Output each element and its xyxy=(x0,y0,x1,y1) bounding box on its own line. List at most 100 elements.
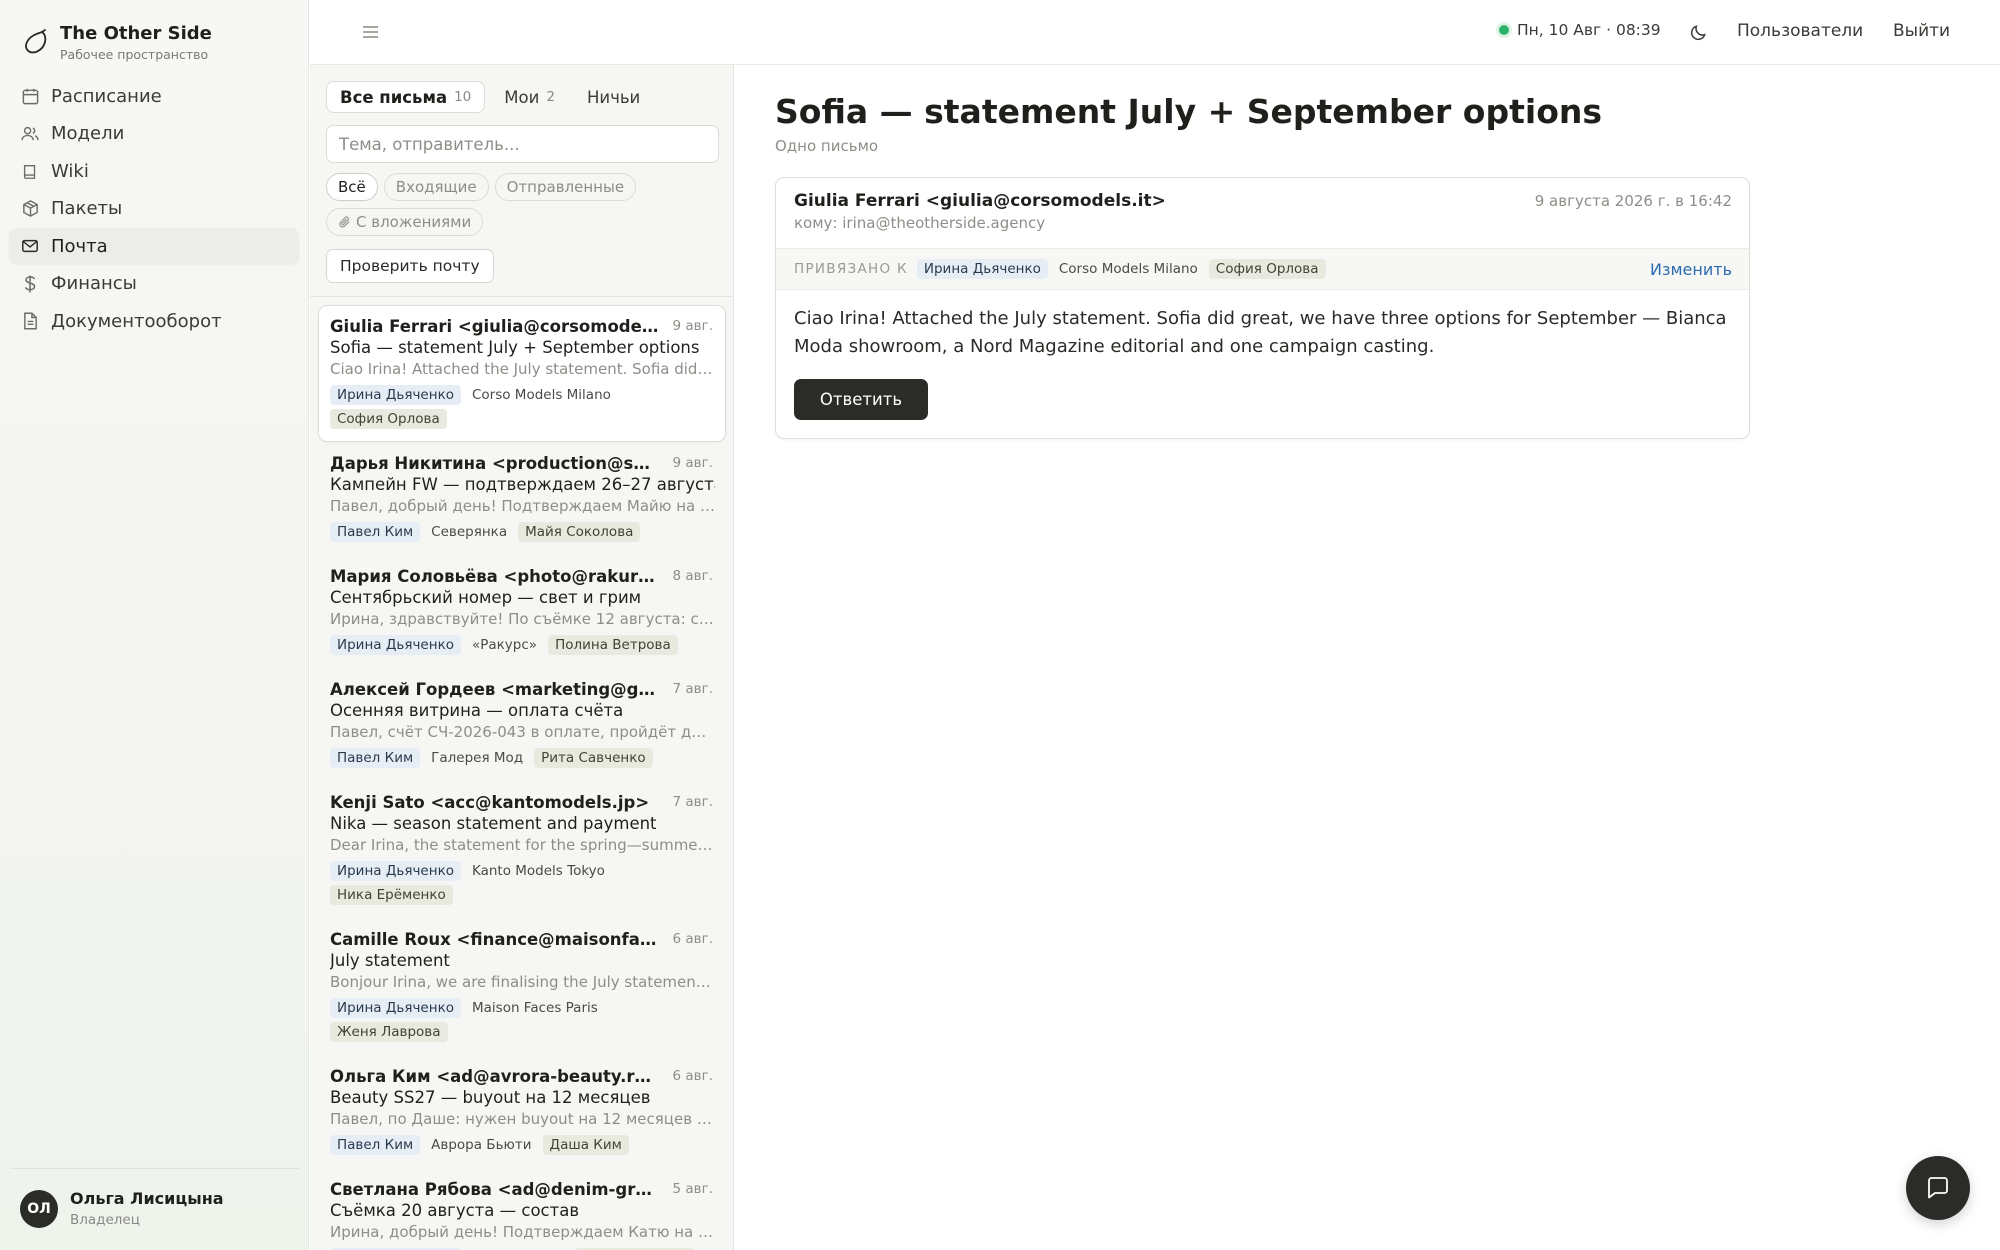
sidebar-item-label: Расписание xyxy=(51,85,162,107)
mail-icon xyxy=(20,236,40,256)
tab-all-mail[interactable]: Все письма 10 xyxy=(326,81,486,113)
list-item[interactable]: Мария Соловьёва <photo@rakurs.ru> 8 авг. С… xyxy=(318,555,726,668)
filter-label: С вложениями xyxy=(356,213,472,231)
filter-inbox[interactable]: Входящие xyxy=(383,173,489,201)
search-input[interactable] xyxy=(326,125,719,163)
list-item[interactable]: Светлана Рябова <ad@denim-group.ru> 5 авг… xyxy=(318,1168,726,1250)
sidebar-item-label: Wiki xyxy=(51,160,89,182)
brand-logo-icon xyxy=(25,29,47,54)
mail-from: Светлана Рябова <ad@denim-group.ru> xyxy=(330,1180,660,1199)
list-item[interactable]: Ольга Ким <ad@avrora-beauty.ru> 6 авг. Bea… xyxy=(318,1055,726,1168)
mail-tabs: Все письма 10 Мои 2 Ничьи xyxy=(326,81,659,113)
sidebar-item-schedule[interactable]: Расписание xyxy=(9,78,299,114)
mail-from: Ольга Ким <ad@avrora-beauty.ru> xyxy=(330,1067,660,1086)
mail-date: 5 авг. xyxy=(672,1181,714,1197)
brand-title: The Other Side xyxy=(60,23,212,44)
mail-date: 8 авг. xyxy=(672,568,714,584)
mail-tags: Ирина Дьяченко Maison Faces Paris Женя Лав… xyxy=(330,998,715,1046)
chat-bubble-icon xyxy=(1928,1177,1948,1199)
package-icon xyxy=(20,199,40,219)
brand[interactable]: The Other Side Рабочее пространство xyxy=(22,22,212,63)
mail-tag-person: Павел Ким xyxy=(330,748,421,768)
mail-tag-org: Kanto Models Tokyo xyxy=(471,863,605,879)
message-to: кому: irina@theotherside.agency xyxy=(794,214,1046,232)
mail-preview: Павел, счёт СЧ-2026-043 в оплате, пройдё… xyxy=(330,723,715,741)
users-link[interactable]: Пользователи xyxy=(1737,21,1863,41)
mail-preview: Павел, добрый день! Подтверждаем Майю на… xyxy=(330,497,715,515)
mail-tags: Ирина Дьяченко Kanto Models Tokyo Ника Ерё… xyxy=(330,861,715,909)
user-name: Ольга Лисицына xyxy=(70,1189,224,1208)
paperclip-icon xyxy=(338,215,351,229)
filter-chips: Всё Входящие Отправленные С вложениями xyxy=(326,173,726,243)
link-tag-model: София Орлова xyxy=(1208,259,1326,279)
document-icon xyxy=(20,311,40,331)
sidebar-item-label: Документооборот xyxy=(51,310,222,332)
sidebar-item-wiki[interactable]: Wiki xyxy=(9,153,299,189)
list-item[interactable]: Camille Roux <finance@maisonfaces.fr> 6 а… xyxy=(318,918,726,1055)
tab-label: Ничьи xyxy=(586,87,641,107)
list-item[interactable]: Дарья Никитина <production@severyanka.ru… xyxy=(318,442,726,555)
mail-tag-person: Ирина Дьяченко xyxy=(330,861,461,881)
menu-toggle-button[interactable] xyxy=(358,20,382,44)
sidebar-nav: Расписание Модели Wiki Пакеты Почта Фина… xyxy=(9,78,299,341)
tab-label: Все письма xyxy=(340,87,448,107)
mail-list-panel: Все письма 10 Мои 2 Ничьи Всё Входящие О… xyxy=(310,65,734,1250)
mail-preview: Павел, по Даше: нужен buyout на 12 месяц… xyxy=(330,1110,715,1128)
mail-from: Дарья Никитина <production@severyanka.ru… xyxy=(330,454,660,473)
list-item[interactable]: Kenji Sato <acc@kantomodels.jp> 7 авг. Nik… xyxy=(318,781,726,918)
mail-date: 9 авг. xyxy=(672,455,714,471)
message-header: Giulia Ferrari <giulia@corsomodels.it> к… xyxy=(776,178,1749,248)
mail-subject: July statement xyxy=(330,951,450,970)
sidebar: The Other Side Рабочее пространство Расп… xyxy=(0,0,309,1250)
sidebar-item-documents[interactable]: Документооборот xyxy=(9,303,299,339)
mail-tag-org: «Ракурс» xyxy=(471,637,538,653)
link-tag-person: Ирина Дьяченко xyxy=(916,259,1048,279)
online-dot-icon xyxy=(1499,25,1509,35)
theme-toggle-button[interactable] xyxy=(1686,20,1710,44)
reply-button[interactable]: Ответить xyxy=(794,379,928,420)
tab-count: 10 xyxy=(454,89,472,105)
tab-mine[interactable]: Мои 2 xyxy=(491,81,568,113)
list-item[interactable]: Алексей Гордеев <marketing@galereya-mod.… xyxy=(318,668,726,781)
edit-links-link[interactable]: Изменить xyxy=(1650,260,1732,279)
mail-date: 7 авг. xyxy=(672,794,714,810)
filter-attachments[interactable]: С вложениями xyxy=(326,208,484,236)
mail-tags: Павел Ким Аврора Бьюти Даша Ким xyxy=(330,1135,715,1159)
mail-tags: Павел Ким Галерея Мод Рита Савченко xyxy=(330,748,715,772)
list-item[interactable]: Giulia Ferrari <giulia@corsomodels.it> 9 … xyxy=(318,305,726,442)
mail-from: Giulia Ferrari <giulia@corsomodels.it> xyxy=(330,317,660,336)
dollar-icon xyxy=(20,274,40,294)
tab-unassigned[interactable]: Ничьи xyxy=(574,81,653,113)
users-icon xyxy=(20,124,40,144)
mail-date: 9 авг. xyxy=(672,318,714,334)
mail-preview: Ciao Irina! Attached the July statement.… xyxy=(330,360,715,378)
divider xyxy=(310,296,733,297)
status-datetime: Пн, 10 Авг · 08:39 xyxy=(1517,21,1661,39)
mail-date: 6 авг. xyxy=(672,1068,714,1084)
mail-subject: Осенняя витрина — оплата счёта xyxy=(330,701,624,720)
filter-all[interactable]: Всё xyxy=(326,173,378,201)
mail-tags: Ирина Дьяченко Corso Models Milano София О… xyxy=(330,385,715,433)
mail-tag-model: Женя Лаврова xyxy=(330,1022,448,1042)
sidebar-item-packages[interactable]: Пакеты xyxy=(9,191,299,227)
sidebar-item-mail[interactable]: Почта xyxy=(9,228,299,264)
user-profile[interactable]: ОЛ Ольга Лисицына Владелец xyxy=(0,1168,309,1250)
mail-tag-person: Ирина Дьяченко xyxy=(330,635,461,655)
chat-button[interactable] xyxy=(1906,1156,1970,1220)
sidebar-item-label: Модели xyxy=(51,123,125,144)
logout-link[interactable]: Выйти xyxy=(1893,21,1950,41)
mail-tag-org: Corso Models Milano xyxy=(471,387,611,403)
mail-subject: Сентябрьский номер — свет и грим xyxy=(330,588,642,607)
filter-sent[interactable]: Отправленные xyxy=(494,173,637,201)
mail-subject: Nika — season statement and payment xyxy=(330,814,657,833)
mail-preview: Dear Irina, the statement for the spring… xyxy=(330,836,715,854)
mail-from: Kenji Sato <acc@kantomodels.jp> xyxy=(330,793,650,812)
sidebar-item-models[interactable]: Модели xyxy=(9,116,299,152)
links-label: ПРИВЯЗАНО К xyxy=(794,261,908,277)
mail-from: Мария Соловьёва <photo@rakurs.ru> xyxy=(330,567,660,586)
sidebar-item-label: Почта xyxy=(51,235,108,257)
mail-from: Алексей Гордеев <marketing@galereya-mod.… xyxy=(330,680,660,699)
sidebar-item-finance[interactable]: Финансы xyxy=(9,266,299,302)
check-mail-button[interactable]: Проверить почту xyxy=(326,249,494,283)
book-icon xyxy=(20,161,40,181)
